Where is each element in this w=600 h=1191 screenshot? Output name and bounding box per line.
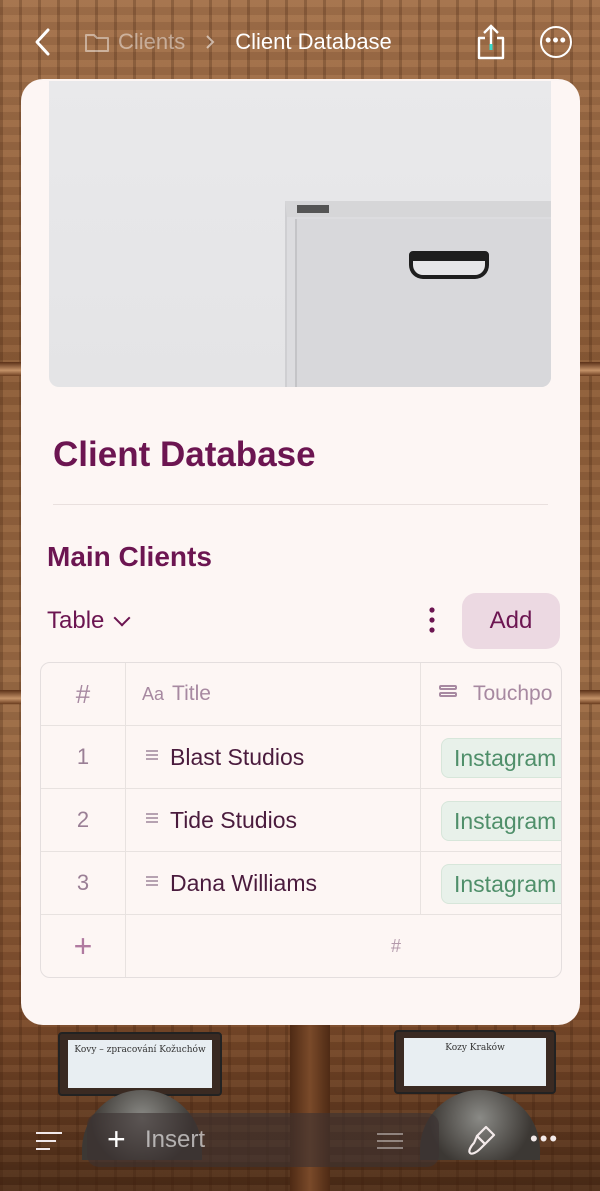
drawer-label-text: Kovy – zpracování Kožuchów <box>68 1040 212 1088</box>
header-title[interactable]: Aa Title <box>126 663 421 725</box>
table-row[interactable]: 2 Tide Studios Instagram <box>41 789 561 852</box>
drawer-label-right: Kozy Kraków <box>394 1030 556 1094</box>
header-touchpoints-label: Touchpo <box>473 682 553 705</box>
row-number: 1 <box>41 726 126 788</box>
insert-button[interactable]: + Insert <box>87 1113 439 1167</box>
filing-cabinet-illustration <box>285 201 551 387</box>
paintbrush-icon <box>468 1125 496 1155</box>
cabinet-brand-tag <box>297 205 329 213</box>
row-touchpoint-cell[interactable]: Instagram <box>421 726 561 788</box>
outline-button[interactable] <box>36 1132 62 1156</box>
document-icon <box>146 875 158 886</box>
cabinet-drawer <box>295 219 551 387</box>
cabinet-handle <box>409 251 489 279</box>
add-row-button[interactable]: + <box>41 915 126 977</box>
database-title[interactable]: Main Clients <box>47 541 212 573</box>
table-row[interactable]: 3 Dana Williams Instagram <box>41 852 561 915</box>
touchpoint-tag: Instagram <box>441 801 561 841</box>
row-title-cell[interactable]: Blast Studios <box>126 726 421 788</box>
row-title-cell[interactable]: Tide Studios <box>126 789 421 851</box>
add-record-button[interactable]: Add <box>462 593 560 649</box>
text-format-icon <box>377 1133 403 1154</box>
table-header-row: # Aa Title Touchpo <box>41 663 561 726</box>
more-button[interactable]: ••• <box>530 1126 559 1152</box>
back-button[interactable] <box>28 22 58 62</box>
page-title[interactable]: Client Database <box>53 435 316 475</box>
row-title: Tide Studios <box>170 807 297 833</box>
chevron-left-icon <box>35 28 50 56</box>
title-divider <box>53 504 548 505</box>
breadcrumb-parent[interactable]: Clients <box>84 29 185 55</box>
row-touchpoint-cell[interactable]: Instagram <box>421 852 561 914</box>
header-number[interactable]: # <box>41 663 126 725</box>
document-card: Client Database Main Clients Table Add #… <box>21 79 580 1025</box>
row-title: Dana Williams <box>170 870 317 896</box>
row-number: 2 <box>41 789 126 851</box>
select-type-icon <box>439 685 457 703</box>
insert-label: Insert <box>145 1126 206 1153</box>
chevron-down-icon <box>113 609 131 627</box>
row-number: 3 <box>41 852 126 914</box>
row-title: Blast Studios <box>170 744 305 770</box>
share-icon <box>477 24 505 60</box>
top-navigation: Clients Client Database ••• <box>0 0 600 80</box>
bottom-toolbar: + Insert ••• <box>0 1100 600 1191</box>
breadcrumb-parent-label: Clients <box>118 29 186 54</box>
chevron-right-icon <box>206 35 215 49</box>
style-button[interactable] <box>468 1124 498 1158</box>
vertical-ellipsis-icon <box>429 607 435 633</box>
share-button[interactable] <box>474 22 508 62</box>
row-title-cell[interactable]: Dana Williams <box>126 852 421 914</box>
drawer-label-left: Kovy – zpracování Kožuchów <box>58 1032 222 1096</box>
view-options-button[interactable] <box>425 605 439 635</box>
document-icon <box>146 812 158 823</box>
view-selector[interactable]: Table <box>47 607 131 635</box>
table-footer-row: + # <box>41 915 561 977</box>
document-icon <box>146 749 158 760</box>
drawer-label-text: Kozy Kraków <box>404 1038 546 1086</box>
row-touchpoint-cell[interactable]: Instagram <box>421 789 561 851</box>
header-title-text: Aa Title <box>142 663 211 725</box>
breadcrumb: Clients Client Database <box>84 26 392 58</box>
view-selector-label: Table <box>47 607 105 634</box>
header-title-label: Title <box>172 682 211 705</box>
database-table: # Aa Title Touchpo 1 Blast Studios Instag… <box>40 662 562 978</box>
table-row[interactable]: 1 Blast Studios Instagram <box>41 726 561 789</box>
more-options-button[interactable]: ••• <box>540 26 572 58</box>
breadcrumb-current: Client Database <box>235 29 392 54</box>
folder-icon <box>85 34 109 52</box>
plus-icon: + <box>107 1121 126 1157</box>
cover-image <box>49 81 551 387</box>
touchpoint-tag: Instagram <box>441 864 561 904</box>
calculate-footer[interactable]: # <box>391 915 401 977</box>
touchpoint-tag: Instagram <box>441 738 561 778</box>
text-type-icon: Aa <box>142 684 165 704</box>
header-touchpoints[interactable]: Touchpo <box>421 663 561 725</box>
